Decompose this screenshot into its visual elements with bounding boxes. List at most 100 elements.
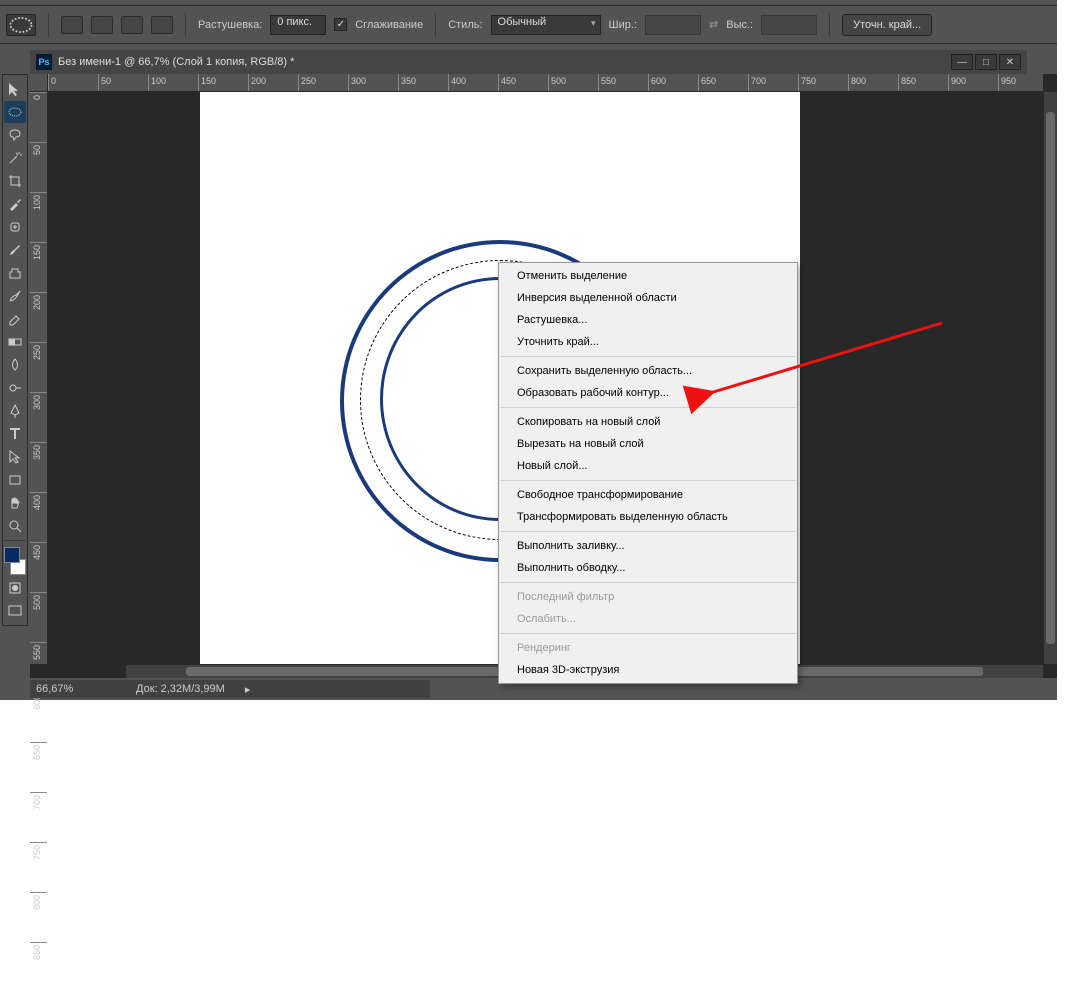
crop-tool[interactable] bbox=[4, 170, 26, 192]
context-menu-item[interactable]: Трансформировать выделенную область bbox=[499, 506, 797, 528]
ruler-tick: 450 bbox=[501, 76, 516, 86]
add-selection-icon[interactable] bbox=[91, 16, 113, 34]
ruler-tick: 500 bbox=[551, 76, 566, 86]
tool-preset-picker[interactable] bbox=[6, 14, 36, 36]
blur-tool[interactable] bbox=[4, 354, 26, 376]
width-label: Шир.: bbox=[609, 19, 637, 31]
context-menu-item[interactable]: Выполнить обводку... bbox=[499, 557, 797, 579]
ruler-tick: 700 bbox=[751, 76, 766, 86]
ruler-tick: 100 bbox=[32, 195, 42, 210]
context-menu-item: Ослабить... bbox=[499, 608, 797, 630]
ruler-horizontal[interactable]: 0501001502002503003504004505005506006507… bbox=[48, 74, 1043, 92]
context-menu-item[interactable]: Новая 3D-экструзия bbox=[499, 659, 797, 681]
hand-tool[interactable] bbox=[4, 492, 26, 514]
swap-dimensions-icon[interactable]: ⇄ bbox=[709, 18, 718, 31]
minimize-button[interactable]: — bbox=[951, 54, 973, 70]
pen-tool[interactable] bbox=[4, 400, 26, 422]
eyedropper-tool[interactable] bbox=[4, 193, 26, 215]
ruler-tick: 700 bbox=[32, 795, 42, 810]
document-tab[interactable]: Ps Без имени-1 @ 66,7% (Слой 1 копия, RG… bbox=[30, 50, 1027, 74]
quick-mask-toggle[interactable] bbox=[4, 577, 26, 599]
doc-size[interactable]: Док: 2,32М/3,99М bbox=[136, 683, 225, 695]
ruler-tick: 950 bbox=[1001, 76, 1016, 86]
maximize-button[interactable]: □ bbox=[975, 54, 997, 70]
context-menu-item[interactable]: Образовать рабочий контур... bbox=[499, 382, 797, 404]
tools-panel bbox=[2, 74, 28, 626]
magic-wand-tool[interactable] bbox=[4, 147, 26, 169]
intersect-selection-icon[interactable] bbox=[151, 16, 173, 34]
rectangle-tool[interactable] bbox=[4, 469, 26, 491]
context-menu-item[interactable]: Выполнить заливку... bbox=[499, 535, 797, 557]
ruler-tick: 600 bbox=[651, 76, 666, 86]
ps-badge-icon: Ps bbox=[36, 54, 52, 70]
context-menu-item[interactable]: Сохранить выделенную область... bbox=[499, 360, 797, 382]
type-tool[interactable] bbox=[4, 423, 26, 445]
divider bbox=[185, 13, 186, 37]
move-tool[interactable] bbox=[4, 78, 26, 100]
ruler-tick: 100 bbox=[151, 76, 166, 86]
brush-tool[interactable] bbox=[4, 239, 26, 261]
screen-mode-toggle[interactable] bbox=[4, 600, 26, 622]
ruler-tick: 300 bbox=[32, 395, 42, 410]
context-menu-item[interactable]: Инверсия выделенной области bbox=[499, 287, 797, 309]
clone-stamp-tool[interactable] bbox=[4, 262, 26, 284]
gradient-tool[interactable] bbox=[4, 331, 26, 353]
height-label: Выс.: bbox=[726, 19, 753, 31]
antialias-checkbox[interactable] bbox=[334, 18, 347, 31]
context-menu-item[interactable]: Вырезать на новый слой bbox=[499, 433, 797, 455]
width-input[interactable] bbox=[645, 15, 701, 35]
eraser-tool[interactable] bbox=[4, 308, 26, 330]
lasso-tool[interactable] bbox=[4, 124, 26, 146]
context-menu-item[interactable]: Новый слой... bbox=[499, 455, 797, 477]
ruler-tick: 800 bbox=[32, 895, 42, 910]
height-input[interactable] bbox=[761, 15, 817, 35]
zoom-tool[interactable] bbox=[4, 515, 26, 537]
context-menu-separator bbox=[500, 407, 796, 408]
document-title: Без имени-1 @ 66,7% (Слой 1 копия, RGB/8… bbox=[58, 56, 294, 68]
ruler-tick: 550 bbox=[32, 645, 42, 660]
context-menu-item[interactable]: Скопировать на новый слой bbox=[499, 411, 797, 433]
ruler-tick: 350 bbox=[401, 76, 416, 86]
zoom-level[interactable]: 66,67% bbox=[36, 683, 116, 695]
ruler-tick: 650 bbox=[701, 76, 716, 86]
close-button[interactable]: ✕ bbox=[999, 54, 1021, 70]
path-selection-tool[interactable] bbox=[4, 446, 26, 468]
context-menu-separator bbox=[500, 582, 796, 583]
context-menu-item[interactable]: Свободное трансформирование bbox=[499, 484, 797, 506]
new-selection-icon[interactable] bbox=[61, 16, 83, 34]
context-menu-item[interactable]: Отменить выделение bbox=[499, 265, 797, 287]
scrollbar-vertical[interactable] bbox=[1043, 92, 1057, 664]
ruler-tick: 200 bbox=[251, 76, 266, 86]
history-brush-tool[interactable] bbox=[4, 285, 26, 307]
dodge-tool[interactable] bbox=[4, 377, 26, 399]
ruler-tick: 200 bbox=[32, 295, 42, 310]
context-menu-item[interactable]: Растушевка... bbox=[499, 309, 797, 331]
color-swatches[interactable] bbox=[4, 547, 26, 575]
ruler-tick: 400 bbox=[32, 495, 42, 510]
context-menu-item[interactable]: Уточнить край... bbox=[499, 331, 797, 353]
ruler-tick: 650 bbox=[32, 745, 42, 760]
status-bar: 66,67% Док: 2,32М/3,99М ▸ bbox=[30, 680, 430, 698]
context-menu: Отменить выделениеИнверсия выделенной об… bbox=[498, 262, 798, 684]
ruler-tick: 50 bbox=[101, 76, 111, 86]
ruler-tick: 400 bbox=[451, 76, 466, 86]
ruler-vertical[interactable]: 0501001502002503003504004505005506006507… bbox=[30, 92, 48, 664]
context-menu-item: Рендеринг bbox=[499, 637, 797, 659]
ruler-origin[interactable] bbox=[30, 74, 48, 92]
ellipse-marquee-tool[interactable] bbox=[4, 101, 26, 123]
foreground-color-swatch[interactable] bbox=[4, 547, 20, 563]
refine-edge-button[interactable]: Уточн. край... bbox=[842, 14, 932, 36]
ruler-tick: 900 bbox=[951, 76, 966, 86]
ruler-tick: 550 bbox=[601, 76, 616, 86]
status-flyout-icon[interactable]: ▸ bbox=[245, 683, 251, 696]
style-label: Стиль: bbox=[448, 19, 482, 31]
context-menu-separator bbox=[500, 356, 796, 357]
ruler-tick: 350 bbox=[32, 445, 42, 460]
scrollbar-thumb[interactable] bbox=[1046, 112, 1055, 644]
healing-brush-tool[interactable] bbox=[4, 216, 26, 238]
ruler-tick: 150 bbox=[201, 76, 216, 86]
subtract-selection-icon[interactable] bbox=[121, 16, 143, 34]
tools-separator bbox=[5, 540, 25, 541]
feather-input[interactable]: 0 пикс. bbox=[270, 15, 326, 35]
style-dropdown[interactable]: Обычный bbox=[491, 15, 601, 35]
